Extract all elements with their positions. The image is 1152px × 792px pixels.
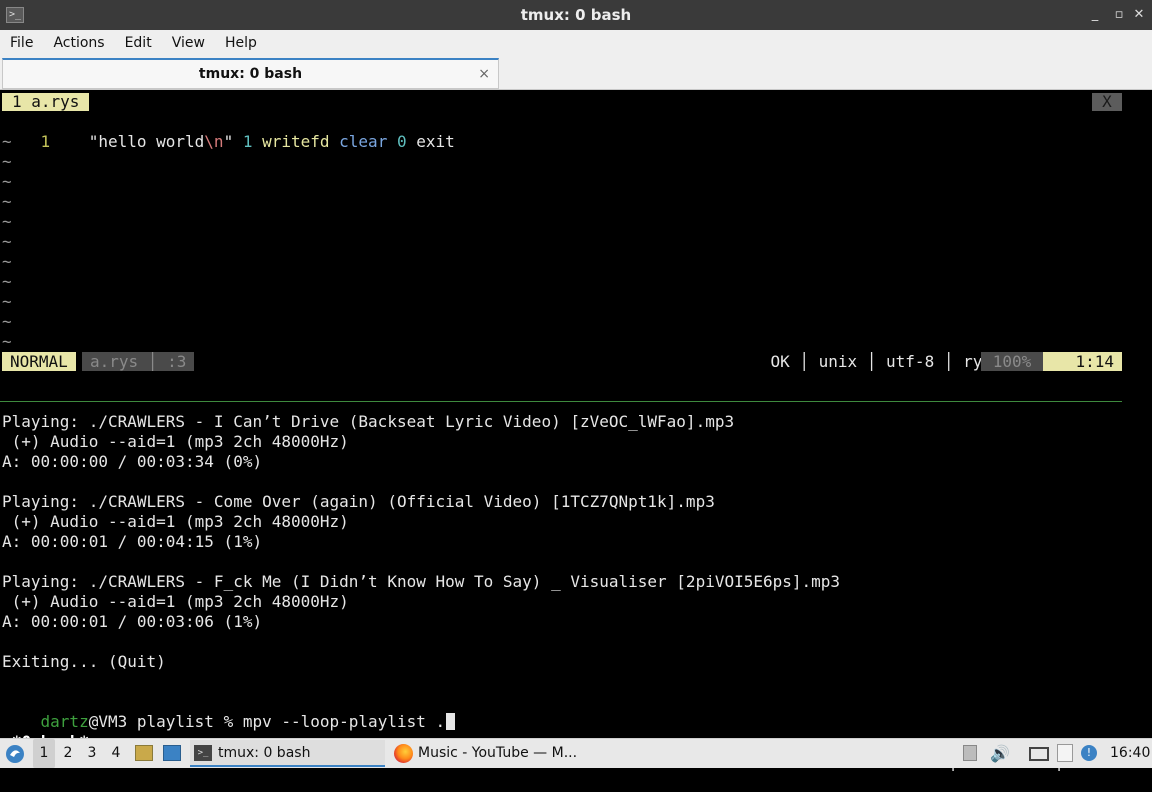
code-token: writefd <box>262 132 340 151</box>
show-desktop-icon[interactable] <box>163 745 181 761</box>
terminal-icon[interactable]: >_ <box>6 7 24 23</box>
menu-bar: File Actions Edit View Help <box>0 30 1152 56</box>
empty-line-tilde: ~ <box>2 332 12 351</box>
workspace-3[interactable]: 3 <box>81 739 103 768</box>
firefox-icon <box>394 744 413 763</box>
empty-line-tilde: ~ <box>2 192 12 211</box>
file-manager-icon[interactable] <box>135 745 153 761</box>
empty-line-tilde: ~ <box>2 172 12 191</box>
menu-actions[interactable]: Actions <box>43 30 114 56</box>
terminal-icon: >_ <box>194 745 212 761</box>
output-line: A: 00:00:01 / 00:03:06 (1%) <box>2 612 263 631</box>
terminal-area[interactable]: 1 a.rys X 1 "hello world\n" 1 writefd cl… <box>0 90 1152 771</box>
workspace-2[interactable]: 2 <box>57 739 79 768</box>
empty-line-tilde: ~ <box>2 212 12 231</box>
code-token: \n <box>204 132 224 151</box>
maximize-button[interactable]: ▫ <box>1108 0 1130 30</box>
editor-buffer-tab[interactable]: 1 a.rys <box>2 93 90 111</box>
editor-close-button[interactable]: X <box>1092 93 1122 111</box>
menu-view[interactable]: View <box>162 30 215 56</box>
code-token: clear <box>339 132 397 151</box>
task-label: Music - YouTube — M... <box>418 745 578 761</box>
editor-line-1: 1 "hello world\n" 1 writefd clear 0 exit <box>2 112 455 151</box>
window-title: tmux: 0 bash <box>520 6 632 24</box>
line-number: 1 <box>40 132 51 151</box>
close-window-button[interactable]: ✕ <box>1128 0 1150 30</box>
output-line: Exiting... (Quit) <box>2 652 166 671</box>
output-line: (+) Audio --aid=1 (mp3 2ch 48000Hz) <box>2 512 349 531</box>
empty-line-tilde: ~ <box>2 312 12 331</box>
minimize-button[interactable]: _ <box>1084 0 1106 30</box>
task-label: tmux: 0 bash <box>218 745 311 761</box>
empty-line-tilde: ~ <box>2 272 12 291</box>
output-line: (+) Audio --aid=1 (mp3 2ch 48000Hz) <box>2 432 349 451</box>
code-token: 0 <box>396 132 417 151</box>
notification-icon[interactable]: ! <box>1081 745 1097 761</box>
output-line: Playing: ./CRAWLERS - Come Over (again) … <box>2 492 715 511</box>
window-titlebar: >_ tmux: 0 bash _ ▫ ✕ <box>0 0 1152 30</box>
empty-line-tilde: ~ <box>2 292 12 311</box>
menu-file[interactable]: File <box>0 30 43 56</box>
taskbar: 1 2 3 4 >_ tmux: 0 bash Music - YouTube … <box>0 738 1152 768</box>
code-content: "hello world\n" 1 writefd clear 0 exit <box>89 132 455 151</box>
tab-label: tmux: 0 bash <box>198 66 303 82</box>
output-line: (+) Audio --aid=1 (mp3 2ch 48000Hz) <box>2 592 349 611</box>
empty-line-tilde: ~ <box>2 232 12 251</box>
code-token: " <box>223 132 243 151</box>
empty-line-tilde: ~ <box>2 132 12 151</box>
update-tray-icon[interactable] <box>963 745 977 761</box>
network-icon[interactable] <box>1029 747 1049 761</box>
workspace-4[interactable]: 4 <box>105 739 127 768</box>
volume-icon[interactable]: 🔊 <box>990 739 1010 768</box>
output-line: Playing: ./CRAWLERS - I Can’t Drive (Bac… <box>2 412 735 431</box>
task-firefox[interactable]: Music - YouTube — M... <box>390 740 590 767</box>
clipboard-icon[interactable] <box>1057 744 1073 762</box>
status-position: 1:14 <box>1043 352 1122 371</box>
start-menu-icon[interactable] <box>4 739 28 768</box>
empty-line-tilde: ~ <box>2 152 12 171</box>
task-terminal[interactable]: >_ tmux: 0 bash <box>190 740 385 767</box>
status-file: a.rys │ :3 <box>82 352 195 371</box>
output-line: A: 00:00:01 / 00:04:15 (1%) <box>2 532 263 551</box>
tab-close-icon[interactable]: × <box>478 60 490 88</box>
workspace-1[interactable]: 1 <box>33 739 55 768</box>
menu-help[interactable]: Help <box>215 30 267 56</box>
code-token: exit <box>416 132 455 151</box>
output-line: Playing: ./CRAWLERS - F_ck Me (I Didn’t … <box>2 572 841 591</box>
clock[interactable]: 16:40 <box>1110 739 1150 768</box>
tab-strip: tmux: 0 bash × <box>0 56 1152 90</box>
tmux-status-bar: *0 bash* 0.52 0.84 0.84 | 16:40:02 | bas… <box>0 712 1122 771</box>
code-token: 1 <box>242 132 263 151</box>
output-line: A: 00:00:00 / 00:03:34 (0%) <box>2 452 263 471</box>
empty-line-tilde: ~ <box>2 252 12 271</box>
status-percent: 100% <box>981 352 1043 371</box>
pane-divider[interactable] <box>0 401 1122 402</box>
tab-tmux-bash[interactable]: tmux: 0 bash × <box>2 58 499 89</box>
status-info: OK │ unix │ utf-8 │ rys <box>770 352 992 371</box>
code-token: "hello world <box>88 132 205 151</box>
menu-edit[interactable]: Edit <box>115 30 162 56</box>
status-mode: NORMAL <box>2 352 76 371</box>
shell-prompt[interactable]: dartz@VM3 playlist % mpv --loop-playlist… <box>2 692 456 731</box>
